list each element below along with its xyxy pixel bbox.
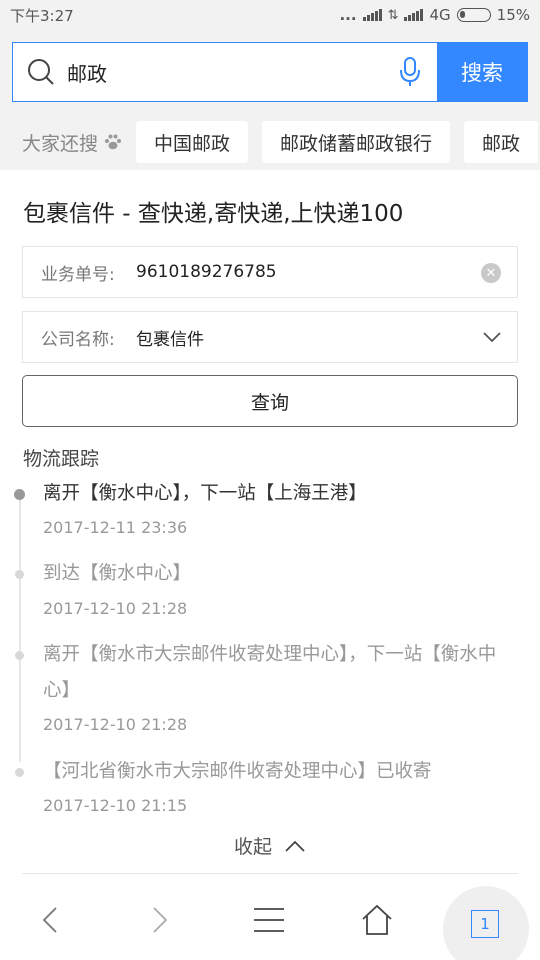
query-button[interactable]: 查询	[22, 375, 518, 427]
tracking-number-label: 业务单号:	[41, 264, 115, 285]
signal-icon	[362, 9, 382, 21]
battery-level: 15%	[496, 6, 530, 24]
hot-searches-label-text: 大家还搜	[22, 132, 99, 155]
event-text: 到达【衡水中心】	[43, 563, 192, 584]
forward-button[interactable]	[120, 880, 200, 960]
home-icon	[362, 904, 392, 935]
bottom-nav: 1	[0, 880, 540, 960]
chevron-up-icon	[285, 840, 305, 852]
collapse-label: 收起	[233, 836, 272, 858]
search-input[interactable]: 邮政	[13, 43, 437, 101]
hot-searches-label: 大家还搜	[22, 129, 122, 156]
menu-icon	[254, 908, 284, 932]
timeline-dot	[15, 768, 24, 777]
status-indicators: ... ⇅ 4G 15%	[339, 6, 530, 24]
timeline-line	[19, 492, 21, 762]
clear-icon[interactable]: ✕	[481, 263, 501, 283]
chevron-down-icon	[483, 332, 501, 343]
microphone-icon[interactable]	[399, 56, 421, 88]
company-value: 包裹信件	[136, 329, 204, 350]
timeline-dot	[15, 570, 24, 579]
event-time: 2017-12-11 23:36	[43, 518, 188, 537]
timeline-dot	[14, 489, 25, 500]
hot-search-chip[interactable]: 邮政	[464, 121, 539, 163]
paw-icon	[105, 134, 122, 150]
result-title[interactable]: 包裹信件 - 查快递,寄快递,上快递100	[23, 194, 403, 228]
search-button[interactable]: 搜索	[437, 43, 527, 101]
search-query-text: 邮政	[67, 61, 107, 86]
event-time: 2017-12-10 21:28	[43, 599, 188, 618]
event-text: 离开【衡水中心】，下一站【上海王港】	[43, 483, 367, 504]
search-box: 邮政 搜索	[12, 42, 528, 102]
status-time: 下午3:27	[10, 6, 74, 25]
battery-icon	[456, 8, 491, 22]
tabs-icon: 1	[471, 910, 499, 938]
menu-button[interactable]	[229, 880, 309, 960]
result-card: 包裹信件 - 查快递,寄快递,上快递100 业务单号: 961018927678…	[0, 170, 540, 880]
event-text: 【河北省衡水市大宗邮件收寄处理中心】已收寄	[43, 761, 432, 782]
network-type: 4G	[429, 6, 451, 24]
status-bar: 下午3:27 ... ⇅ 4G 15%	[0, 0, 540, 30]
hot-searches-row: 大家还搜 中国邮政 邮政储蓄邮政银行 邮政	[0, 114, 540, 170]
divider	[22, 873, 518, 874]
event-time: 2017-12-10 21:28	[43, 715, 188, 734]
event-time: 2017-12-10 21:15	[43, 796, 188, 815]
hot-search-chip[interactable]: 邮政储蓄邮政银行	[262, 121, 451, 163]
tracking-number-value: 9610189276785	[136, 262, 277, 282]
notification-dots: ...	[339, 6, 357, 24]
search-header: 邮政 搜索	[0, 30, 540, 114]
data-transfer-icon: ⇅	[387, 7, 399, 23]
collapse-button[interactable]: 收起	[0, 832, 540, 859]
event-text: 离开【衡水市大宗邮件收寄处理中心】，下一站【衡水中心】	[43, 644, 497, 701]
back-button[interactable]	[10, 880, 90, 960]
logistics-title: 物流跟踪	[23, 448, 100, 470]
company-label: 公司名称:	[41, 329, 115, 350]
hot-search-chip[interactable]: 中国邮政	[136, 121, 249, 163]
tracking-number-field[interactable]: 业务单号: 9610189276785 ✕	[22, 246, 518, 298]
forward-arrow-icon	[153, 907, 168, 933]
signal-icon-2	[404, 9, 424, 21]
search-icon	[28, 59, 54, 85]
back-arrow-icon	[42, 907, 57, 933]
home-button[interactable]	[337, 880, 417, 960]
timeline-dot	[15, 651, 24, 660]
company-select[interactable]: 公司名称: 包裹信件	[22, 311, 518, 363]
